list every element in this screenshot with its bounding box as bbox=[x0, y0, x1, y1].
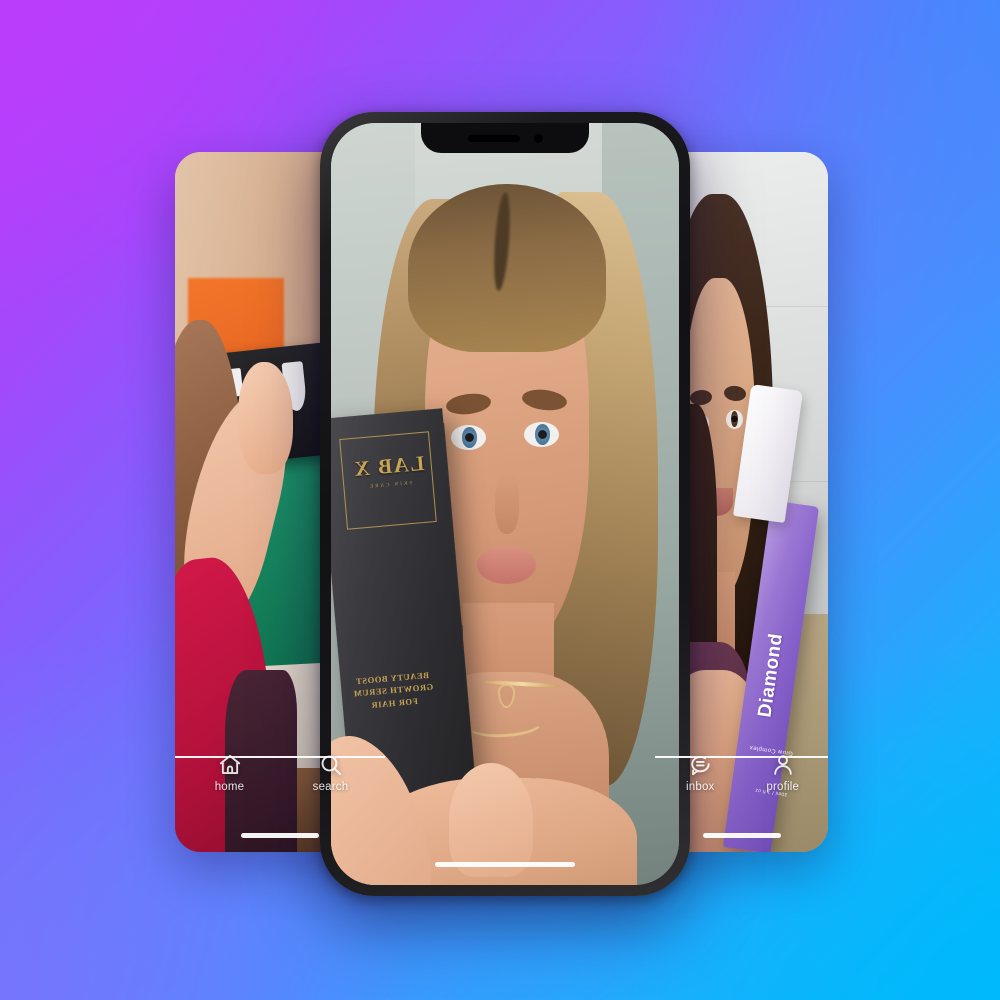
scene-nose bbox=[494, 473, 519, 535]
nav-label-home: home bbox=[214, 781, 245, 793]
right-home-indicator[interactable] bbox=[702, 833, 781, 838]
scene-finger bbox=[449, 763, 533, 878]
scene-iris-right bbox=[534, 423, 550, 445]
left-home-indicator[interactable] bbox=[241, 833, 319, 838]
search-icon bbox=[318, 752, 344, 778]
sidebar-item-profile[interactable]: profile bbox=[742, 752, 825, 793]
nav-label-inbox: inbox bbox=[686, 781, 715, 793]
product-box-text: BEAUTY BOOST GROWTH SERUM FOR HAIR bbox=[353, 669, 434, 710]
profile-icon bbox=[770, 752, 796, 778]
inbox-icon bbox=[687, 752, 713, 778]
scene-iris-left bbox=[461, 427, 477, 448]
sidebar-item-search[interactable]: search bbox=[280, 752, 381, 793]
earpiece-speaker-icon bbox=[467, 134, 520, 142]
right-phone-navbar[interactable]: inbox profile bbox=[655, 752, 828, 793]
scene-mouth bbox=[477, 545, 537, 584]
phone-notch bbox=[421, 123, 589, 153]
scene-person-hand bbox=[238, 362, 293, 474]
nav-label-profile: profile bbox=[766, 781, 800, 793]
center-home-indicator[interactable] bbox=[435, 862, 575, 867]
left-phone-navbar[interactable]: home search bbox=[175, 752, 385, 793]
nav-label-search: search bbox=[312, 781, 349, 793]
sidebar-item-home[interactable]: home bbox=[179, 752, 280, 793]
front-camera-icon bbox=[533, 133, 543, 143]
sidebar-item-inbox[interactable]: inbox bbox=[659, 752, 742, 793]
home-icon bbox=[217, 752, 243, 778]
